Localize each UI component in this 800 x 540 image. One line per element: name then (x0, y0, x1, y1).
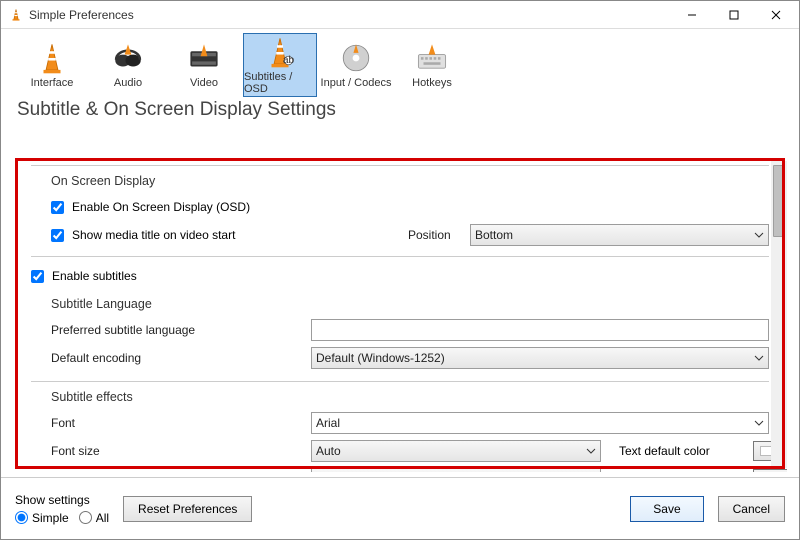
default-encoding-select[interactable]: Default (Windows-1252) (311, 347, 769, 369)
subtitle-language-header: Subtitle Language (31, 297, 769, 311)
tab-input-codecs-label: Input / Codecs (321, 77, 392, 89)
font-size-label: Font size (51, 444, 311, 458)
font-value: Arial (316, 416, 754, 430)
osd-header: On Screen Display (31, 174, 769, 188)
tab-input-codecs[interactable]: Input / Codecs (319, 33, 393, 97)
position-value: Bottom (475, 228, 754, 242)
maximize-button[interactable] (713, 2, 755, 28)
font-label: Font (51, 416, 311, 430)
preferred-language-label: Preferred subtitle language (51, 323, 311, 337)
enable-osd-label: Enable On Screen Display (OSD) (72, 200, 250, 214)
tab-subtitles-osd[interactable]: ab Subtitles / OSD (243, 33, 317, 97)
scroll-thumb[interactable] (773, 165, 785, 237)
svg-text:ab: ab (283, 55, 295, 66)
minimize-button[interactable] (671, 2, 713, 28)
scrollbar[interactable] (771, 161, 787, 468)
chevron-down-icon (754, 418, 764, 428)
position-label: Position (408, 228, 470, 242)
cancel-button[interactable]: Cancel (718, 496, 785, 522)
tab-video[interactable]: Video (167, 33, 241, 97)
radio-all[interactable]: All (79, 511, 109, 525)
settings-panel: On Screen Display Enable On Screen Displ… (13, 157, 787, 472)
default-encoding-value: Default (Windows-1252) (316, 351, 754, 365)
radio-simple[interactable]: Simple (15, 511, 69, 525)
vlc-cone-icon (9, 8, 23, 22)
chevron-down-icon (586, 446, 596, 456)
tab-hotkeys[interactable]: Hotkeys (395, 33, 469, 97)
tab-hotkeys-label: Hotkeys (412, 77, 452, 89)
tab-audio[interactable]: Audio (91, 33, 165, 97)
font-size-value: Auto (316, 444, 586, 458)
save-button[interactable]: Save (630, 496, 703, 522)
font-select[interactable]: Arial (311, 412, 769, 434)
page-title: Subtitle & On Screen Display Settings (1, 95, 799, 125)
show-media-title-label: Show media title on video start (72, 228, 408, 242)
tab-interface-label: Interface (31, 77, 74, 89)
preferences-toolbar: Interface Audio Video ab Subtitles / OSD… (1, 29, 799, 97)
chevron-down-icon (754, 353, 764, 363)
tab-audio-label: Audio (114, 77, 142, 89)
close-button[interactable] (755, 2, 797, 28)
reset-preferences-button[interactable]: Reset Preferences (123, 496, 252, 522)
preferred-language-input[interactable] (311, 319, 769, 341)
tab-interface[interactable]: Interface (15, 33, 89, 97)
outline-thickness-select[interactable]: Normal (311, 468, 601, 472)
enable-subtitles-checkbox[interactable] (31, 270, 44, 283)
default-encoding-label: Default encoding (51, 351, 311, 365)
radio-all-label: All (96, 511, 109, 525)
titlebar: Simple Preferences (1, 1, 799, 29)
bottom-bar: Show settings Simple All Reset Preferenc… (1, 477, 799, 539)
show-media-title-checkbox[interactable] (51, 229, 64, 242)
radio-simple-label: Simple (32, 511, 69, 525)
show-settings-label: Show settings (15, 493, 109, 507)
window-title: Simple Preferences (29, 8, 671, 22)
text-color-label: Text default color (619, 444, 747, 458)
outline-color-button[interactable] (753, 469, 787, 472)
tab-video-label: Video (190, 77, 218, 89)
tab-subtitles-label: Subtitles / OSD (244, 71, 316, 95)
chevron-down-icon (754, 230, 764, 240)
enable-subtitles-label: Enable subtitles (52, 269, 137, 283)
enable-osd-checkbox[interactable] (51, 201, 64, 214)
subtitle-effects-header: Subtitle effects (31, 390, 769, 404)
position-select[interactable]: Bottom (470, 224, 769, 246)
font-size-select[interactable]: Auto (311, 440, 601, 462)
